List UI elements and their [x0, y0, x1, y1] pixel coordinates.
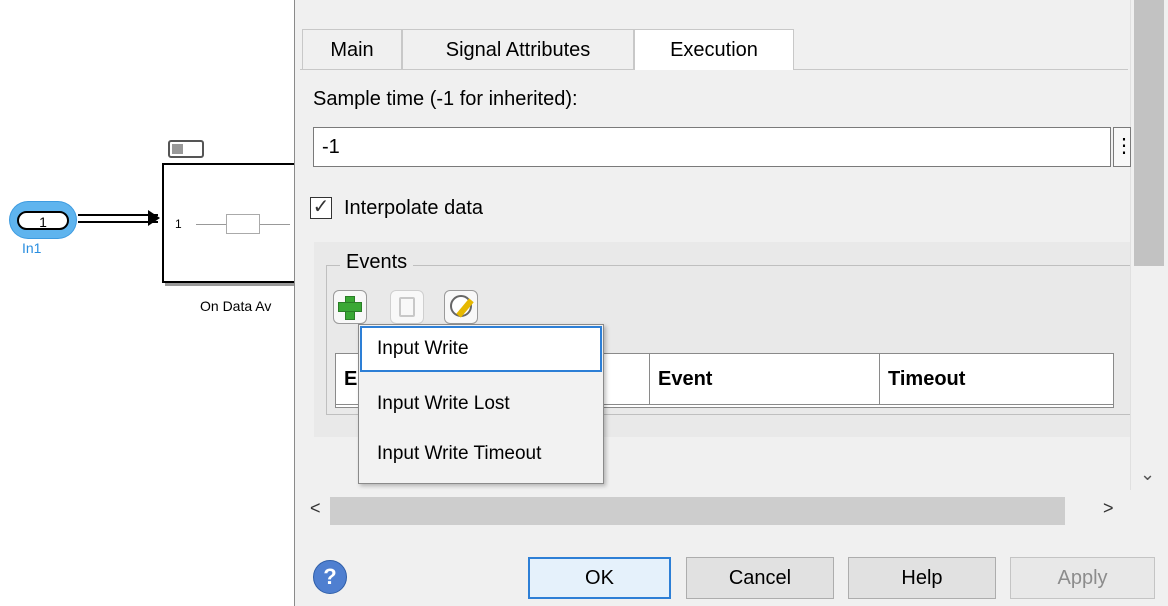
add-icon	[338, 302, 362, 312]
events-group-title: Events	[340, 251, 414, 274]
scroll-down-icon[interactable]: ⌄	[1140, 464, 1155, 485]
subsystem-inner-line	[260, 224, 290, 225]
interpolate-data-label: Interpolate data	[344, 197, 483, 219]
menu-item-input-write-lost[interactable]: Input Write Lost	[360, 381, 602, 427]
subsystem-port-label: 1	[175, 217, 182, 231]
subsystem-inner-line	[196, 224, 226, 225]
signal-arrow-icon	[148, 210, 160, 226]
sample-time-menu-button[interactable]: ⋮	[1113, 127, 1134, 167]
trash-icon	[399, 297, 415, 317]
menu-item-input-write-timeout[interactable]: Input Write Timeout	[360, 431, 602, 477]
horizontal-scrollbar-thumb[interactable]	[330, 497, 1065, 525]
help-icon[interactable]: ?	[313, 560, 347, 594]
events-table-header[interactable]: Timeout	[880, 354, 1113, 404]
ok-button[interactable]: OK	[528, 557, 671, 599]
apply-button[interactable]: Apply	[1010, 557, 1155, 599]
subsystem-block-name: On Data Av	[200, 298, 272, 314]
sample-time-label: Sample time (-1 for inherited):	[313, 88, 578, 110]
inport-block[interactable]: 1	[17, 211, 69, 230]
sample-time-input[interactable]	[313, 127, 1111, 167]
scroll-right-icon[interactable]: >	[1103, 498, 1114, 519]
cancel-button[interactable]: Cancel	[686, 557, 834, 599]
help-button[interactable]: Help	[848, 557, 996, 599]
events-table-header[interactable]: Event	[650, 354, 880, 404]
signal-line[interactable]	[78, 214, 158, 216]
tab-main[interactable]: Main	[302, 29, 402, 69]
subsystem-badge-icon	[168, 140, 204, 158]
interpolate-data-checkbox[interactable]: ✓	[310, 197, 332, 219]
vertical-scrollbar-thumb[interactable]	[1134, 0, 1164, 266]
signal-line[interactable]	[78, 221, 158, 223]
tab-execution[interactable]: Execution	[634, 29, 794, 70]
menu-item-input-write[interactable]: Input Write	[360, 326, 602, 372]
inport-block-label: In1	[22, 240, 42, 256]
tab-signal-attributes[interactable]: Signal Attributes	[402, 29, 634, 69]
scroll-left-icon[interactable]: <	[310, 498, 321, 519]
subsystem-inner-block	[226, 214, 260, 234]
